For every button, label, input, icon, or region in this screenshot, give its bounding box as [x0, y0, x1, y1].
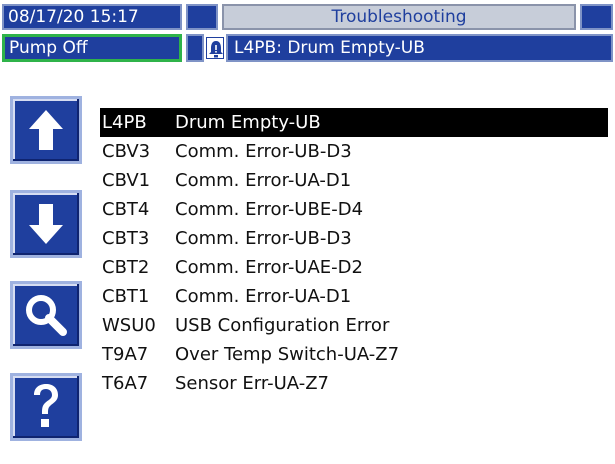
error-description: Comm. Error-UBE-D4: [175, 199, 364, 220]
screen-title-tab[interactable]: Troubleshooting: [222, 4, 576, 30]
error-description: Comm. Error-UAE-D2: [175, 257, 363, 278]
active-error-field: L4PB: Drum Empty-UB: [226, 34, 613, 62]
error-list: L4PB Drum Empty-UB CBV3 Comm. Error-UB-D3 …: [100, 108, 608, 398]
bell-alert-icon: [206, 37, 224, 59]
error-description: Sensor Err-UA-Z7: [175, 373, 329, 394]
list-item[interactable]: CBT4 Comm. Error-UBE-D4: [100, 195, 608, 224]
list-item[interactable]: T9A7 Over Temp Switch-UA-Z7: [100, 340, 608, 369]
help-button[interactable]: [10, 373, 82, 441]
error-code: L4PB: [102, 112, 147, 133]
display-screen: 08/17/20 15:17 Troubleshooting Pump Off …: [0, 0, 615, 464]
error-description: Comm. Error-UB-D3: [175, 141, 352, 162]
list-item[interactable]: CBT1 Comm. Error-UA-D1: [100, 282, 608, 311]
list-item-selected[interactable]: L4PB Drum Empty-UB: [100, 108, 608, 137]
error-code: WSU0: [102, 315, 156, 336]
error-description: Comm. Error-UB-D3: [175, 228, 352, 249]
list-item[interactable]: CBT3 Comm. Error-UB-D3: [100, 224, 608, 253]
error-code: CBT4: [102, 199, 150, 220]
error-code: T6A7: [102, 373, 149, 394]
error-description: Drum Empty-UB: [175, 112, 321, 133]
error-description: Comm. Error-UA-D1: [175, 170, 352, 191]
status-spacer: [186, 34, 204, 62]
list-item[interactable]: CBV3 Comm. Error-UB-D3: [100, 137, 608, 166]
search-button[interactable]: [10, 281, 82, 349]
system-status: Pump Off: [2, 34, 182, 62]
arrow-down-icon: [29, 204, 63, 244]
error-code: CBV1: [102, 170, 151, 191]
list-item[interactable]: T6A7 Sensor Err-UA-Z7: [100, 369, 608, 398]
datetime-display: 08/17/20 15:17: [2, 4, 182, 30]
list-item[interactable]: CBV1 Comm. Error-UA-D1: [100, 166, 608, 195]
arrow-up-icon: [29, 110, 63, 150]
list-item[interactable]: CBT2 Comm. Error-UAE-D2: [100, 253, 608, 282]
question-icon: [34, 384, 58, 427]
error-description: Comm. Error-UA-D1: [175, 286, 352, 307]
header-spacer: [186, 4, 218, 30]
scroll-up-button[interactable]: [10, 96, 82, 164]
magnifier-icon: [26, 295, 67, 336]
error-code: CBV3: [102, 141, 151, 162]
header-spacer-right: [580, 4, 613, 30]
error-code: CBT2: [102, 257, 150, 278]
error-code: CBT1: [102, 286, 150, 307]
list-item[interactable]: WSU0 USB Configuration Error: [100, 311, 608, 340]
error-description: USB Configuration Error: [175, 315, 390, 336]
scroll-down-button[interactable]: [10, 190, 82, 258]
error-code: CBT3: [102, 228, 150, 249]
error-code: T9A7: [102, 344, 149, 365]
error-description: Over Temp Switch-UA-Z7: [175, 344, 400, 365]
